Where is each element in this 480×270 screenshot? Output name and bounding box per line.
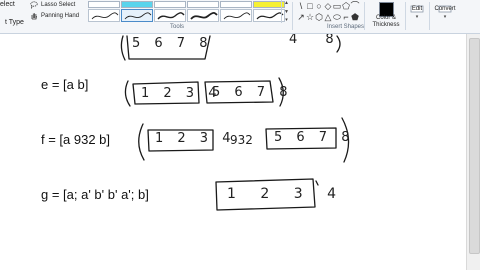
pen-stroke-icon	[124, 12, 152, 20]
chevron-down-icon: ▾	[443, 14, 447, 20]
chevron-down-icon: ▾	[415, 14, 419, 20]
shape-icon[interactable]: ⬟	[350, 12, 360, 22]
pen-stroke-icon	[91, 12, 119, 20]
scroll-up-icon[interactable]: ▲	[284, 0, 289, 6]
edit-button[interactable]: Edit ▾	[408, 0, 426, 33]
ink-bracket	[138, 123, 145, 161]
ribbon-divider	[405, 2, 406, 30]
shapes-gallery: \ □ ○ ◇ ▭ ⬠ ⌒ ↗ ☆ ⬡ △ ⬭ ⌐ ⬟	[296, 1, 360, 23]
lasso-select-label: Lasso Select	[41, 2, 76, 8]
ribbon-divider	[364, 2, 365, 30]
ink-bracket	[124, 80, 131, 107]
pen-color-swatch-4[interactable]	[187, 1, 219, 8]
pen-color-swatch-2[interactable]	[121, 1, 153, 8]
lasso-icon	[30, 1, 38, 9]
ink-tick	[315, 180, 319, 186]
pen-preset-4[interactable]	[187, 9, 219, 22]
ink-bracket	[120, 35, 126, 61]
pen-gallery	[88, 0, 285, 23]
lasso-select-button[interactable]: Lasso Select	[30, 0, 75, 10]
ribbon-divider	[292, 2, 293, 30]
ribbon: elect t Type Lasso Select Panning Hand T…	[0, 0, 480, 34]
pen-preset-5[interactable]	[220, 9, 252, 22]
formula-line[interactable]: g = [a; a' b' b' a'; b]	[41, 187, 149, 202]
ink-digits: 1 2 3 4	[227, 186, 346, 202]
type-tool-label[interactable]: t Type	[5, 19, 24, 26]
pen-color-swatch-5[interactable]	[220, 1, 252, 8]
ink-digits: 4 8	[289, 34, 346, 47]
edit-label: Edit	[411, 6, 423, 12]
formula-line[interactable]: e = [a b]	[41, 77, 88, 92]
ink-digits: 5 6 7 8	[212, 85, 293, 100]
ink-digits: 1 2 3 4	[155, 131, 236, 146]
gallery-expand-icon[interactable]: ▾	[285, 17, 288, 23]
ink-digits: 932	[230, 133, 253, 147]
pen-stroke-icon	[223, 12, 251, 20]
formula-line[interactable]: f = [a 932 b]	[41, 132, 110, 147]
pen-color-swatch-1[interactable]	[88, 1, 120, 8]
ink-digits: 5 6 7 8	[274, 130, 355, 145]
pen-preset-1[interactable]	[88, 9, 120, 22]
color-thickness-label: Color & Thickness	[372, 15, 400, 28]
ink-digits: 1 2 3 4	[141, 86, 222, 101]
scroll-down-icon[interactable]: ▼	[284, 9, 289, 15]
hand-icon	[30, 12, 38, 20]
insert-shapes-group-label: Insert Shapes	[327, 24, 365, 30]
select-tool-label[interactable]: elect	[0, 0, 15, 10]
pen-stroke-icon	[190, 11, 218, 20]
note-canvas[interactable]: 5 6 7 8 4 8 e = [a b] 1 2 3 4 5 6 7 8 f …	[0, 34, 466, 270]
ink-strokes	[120, 35, 350, 211]
convert-button[interactable]: Convert ▾	[432, 0, 458, 33]
color-thickness-button[interactable]: Color & Thickness	[368, 0, 404, 33]
panning-hand-button[interactable]: Panning Hand	[30, 11, 79, 21]
ribbon-divider	[429, 2, 430, 30]
convert-label: Convert	[434, 6, 456, 12]
pen-preset-2[interactable]	[121, 9, 153, 22]
pen-preset-3[interactable]	[154, 9, 186, 22]
shape-icon[interactable]: ⌒	[350, 1, 360, 11]
pen-gallery-scroll[interactable]: ▲ ▼ ▾	[281, 0, 291, 23]
ink-digits: 5 6 7 8	[132, 36, 213, 51]
panning-hand-label: Panning Hand	[41, 13, 80, 19]
pen-color-swatch-3[interactable]	[154, 1, 186, 8]
tools-group-label: Tools	[170, 24, 185, 30]
pen-stroke-icon	[157, 12, 185, 20]
vertical-scrollbar[interactable]	[466, 34, 480, 270]
scrollbar-thumb[interactable]	[469, 38, 480, 254]
